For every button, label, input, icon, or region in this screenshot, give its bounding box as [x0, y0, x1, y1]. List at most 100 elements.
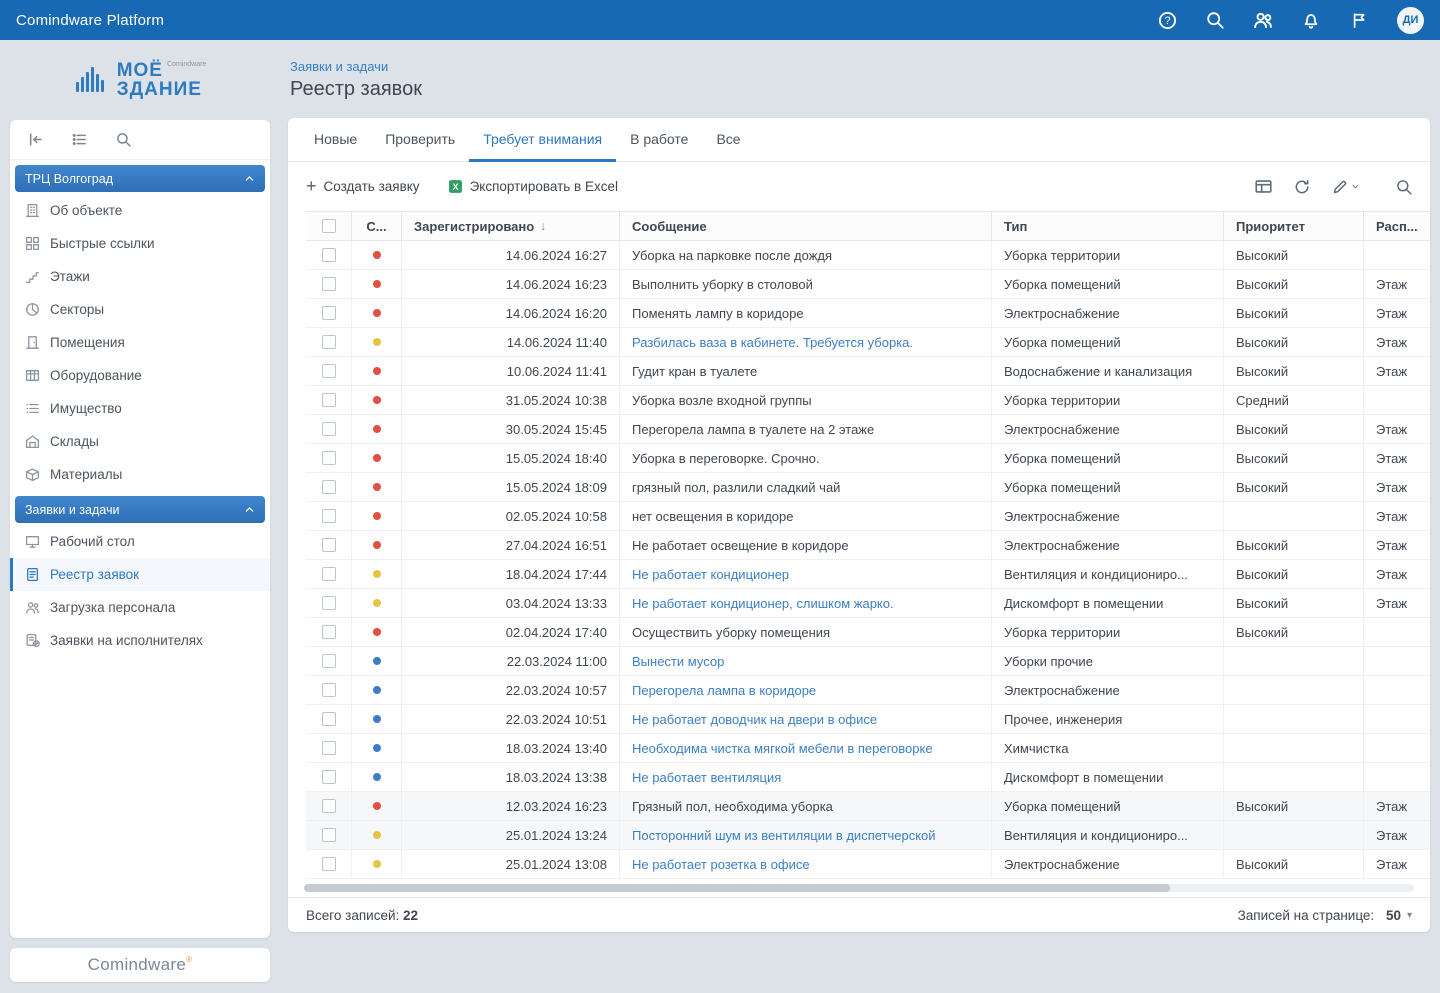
table-row[interactable]: 27.04.2024 16:51 Не работает освещение в… [306, 531, 1430, 560]
row-checkbox[interactable] [322, 625, 336, 639]
per-page-dropdown[interactable]: Записей на странице: 50 ▾ [1238, 908, 1412, 923]
table-row[interactable]: 18.04.2024 17:44 Не работает кондиционер… [306, 560, 1430, 589]
tab[interactable]: Все [702, 131, 754, 162]
table-row[interactable]: 12.03.2024 16:23 Грязный пол, необходима… [306, 792, 1430, 821]
column-header-location[interactable]: Расп... [1364, 212, 1430, 240]
cell-message[interactable]: Посторонний шум из вентиляции в диспетче… [632, 828, 936, 843]
row-checkbox[interactable] [322, 770, 336, 784]
row-checkbox[interactable] [322, 712, 336, 726]
row-checkbox[interactable] [322, 509, 336, 523]
cell-message[interactable]: Осуществить уборку помещения [632, 625, 830, 640]
cell-message[interactable]: Перегорела лампа в туалете на 2 этаже [632, 422, 874, 437]
row-checkbox[interactable] [322, 451, 336, 465]
table-row[interactable]: 18.03.2024 13:38 Не работает вентиляция … [306, 763, 1430, 792]
cell-message[interactable]: Перегорела лампа в коридоре [632, 683, 816, 698]
cell-message[interactable]: Поменять лампу в коридоре [632, 306, 804, 321]
edit-icon[interactable] [1332, 179, 1360, 195]
flag-icon[interactable] [1349, 10, 1369, 30]
row-checkbox[interactable] [322, 683, 336, 697]
menu-list-icon[interactable] [70, 131, 88, 149]
tab[interactable]: Новые [300, 131, 371, 162]
row-checkbox[interactable] [322, 828, 336, 842]
sidebar-item[interactable]: Загрузка персонала [10, 591, 270, 624]
column-header-type[interactable]: Тип [992, 212, 1224, 240]
export-excel-button[interactable]: X Экспортировать в Excel [448, 179, 618, 194]
cell-message[interactable]: Не работает кондиционер, слишком жарко. [632, 596, 894, 611]
sidebar-item[interactable]: Быстрые ссылки [10, 227, 270, 260]
sidebar-item[interactable]: Рабочий стол [10, 525, 270, 558]
sidebar-item[interactable]: Заявки на исполнителях [10, 624, 270, 657]
cell-message[interactable]: Выполнить уборку в столовой [632, 277, 813, 292]
row-checkbox[interactable] [322, 335, 336, 349]
cell-message[interactable]: Не работает розетка в офисе [632, 857, 810, 872]
cell-message[interactable]: Вынести мусор [632, 654, 724, 669]
breadcrumb[interactable]: Заявки и задачи [290, 59, 388, 74]
table-row[interactable]: 02.05.2024 10:58 нет освещения в коридор… [306, 502, 1430, 531]
table-row[interactable]: 14.06.2024 16:23 Выполнить уборку в стол… [306, 270, 1430, 299]
select-all-checkbox[interactable] [322, 219, 336, 233]
table-row[interactable]: 30.05.2024 15:45 Перегорела лампа в туал… [306, 415, 1430, 444]
row-checkbox[interactable] [322, 248, 336, 262]
cell-message[interactable]: Уборка в переговорке. Срочно. [632, 451, 820, 466]
tab[interactable]: В работе [616, 131, 702, 162]
scrollbar-thumb[interactable] [304, 884, 1170, 892]
sidebar-group-header[interactable]: ТРЦ Волгоград [15, 165, 265, 192]
row-checkbox[interactable] [322, 364, 336, 378]
tab[interactable]: Требует внимания [469, 131, 616, 162]
collapse-sidebar-icon[interactable] [26, 131, 44, 149]
sidebar-group-header[interactable]: Заявки и задачи [15, 496, 265, 523]
table-row[interactable]: 14.06.2024 16:20 Поменять лампу в коридо… [306, 299, 1430, 328]
table-row[interactable]: 25.01.2024 13:24 Посторонний шум из вент… [306, 821, 1430, 850]
row-checkbox[interactable] [322, 538, 336, 552]
create-request-button[interactable]: + Создать заявку [306, 179, 420, 195]
columns-settings-icon[interactable] [1255, 178, 1272, 195]
notifications-icon[interactable] [1301, 10, 1321, 30]
avatar[interactable]: ДИ [1397, 7, 1424, 34]
row-checkbox[interactable] [322, 857, 336, 871]
sidebar-item[interactable]: Материалы [10, 458, 270, 491]
table-row[interactable]: 18.03.2024 13:40 Необходима чистка мягко… [306, 734, 1430, 763]
users-icon[interactable] [1253, 10, 1273, 30]
row-checkbox[interactable] [322, 567, 336, 581]
cell-message[interactable]: Грязный пол, необходима уборка [632, 799, 833, 814]
table-row[interactable]: 14.06.2024 16:27 Уборка на парковке посл… [306, 241, 1430, 270]
column-header-message[interactable]: Сообщение [620, 212, 992, 240]
sidebar-search-icon[interactable] [114, 131, 132, 149]
cell-message[interactable]: Не работает кондиционер [632, 567, 789, 582]
row-checkbox[interactable] [322, 306, 336, 320]
cell-message[interactable]: Не работает освещение в коридоре [632, 538, 849, 553]
sidebar-item[interactable]: Склады [10, 425, 270, 458]
table-row[interactable]: 22.03.2024 10:51 Не работает доводчик на… [306, 705, 1430, 734]
table-row[interactable]: 25.01.2024 13:08 Не работает розетка в о… [306, 850, 1430, 879]
column-header-status[interactable]: С... [352, 212, 402, 240]
table-row[interactable]: 22.03.2024 10:57 Перегорела лампа в кори… [306, 676, 1430, 705]
row-checkbox[interactable] [322, 654, 336, 668]
cell-message[interactable]: Разбилась ваза в кабинете. Требуется убо… [632, 335, 913, 350]
sidebar-item[interactable]: Имущество [10, 392, 270, 425]
table-row[interactable]: 15.05.2024 18:40 Уборка в переговорке. С… [306, 444, 1430, 473]
row-checkbox[interactable] [322, 596, 336, 610]
table-row[interactable]: 10.06.2024 11:41 Гудит кран в туалете Во… [306, 357, 1430, 386]
row-checkbox[interactable] [322, 393, 336, 407]
scrollbar-track[interactable] [304, 884, 1414, 892]
row-checkbox[interactable] [322, 799, 336, 813]
row-checkbox[interactable] [322, 480, 336, 494]
cell-message[interactable]: нет освещения в коридоре [632, 509, 793, 524]
tab[interactable]: Проверить [371, 131, 469, 162]
cell-message[interactable]: Не работает вентиляция [632, 770, 781, 785]
sidebar-item[interactable]: Этажи [10, 260, 270, 293]
row-checkbox[interactable] [322, 741, 336, 755]
table-row[interactable]: 02.04.2024 17:40 Осуществить уборку поме… [306, 618, 1430, 647]
refresh-icon[interactable] [1294, 179, 1310, 195]
cell-message[interactable]: Уборка на парковке после дождя [632, 248, 832, 263]
cell-message[interactable]: Не работает доводчик на двери в офисе [632, 712, 877, 727]
sidebar-item[interactable]: Помещения [10, 326, 270, 359]
table-row[interactable]: 14.06.2024 11:40 Разбилась ваза в кабине… [306, 328, 1430, 357]
cell-message[interactable]: Уборка возле входной группы [632, 393, 812, 408]
table-row[interactable]: 22.03.2024 11:00 Вынести мусор Уборки пр… [306, 647, 1430, 676]
row-checkbox[interactable] [322, 277, 336, 291]
table-row[interactable]: 31.05.2024 10:38 Уборка возле входной гр… [306, 386, 1430, 415]
sidebar-item[interactable]: Секторы [10, 293, 270, 326]
row-checkbox[interactable] [322, 422, 336, 436]
cell-message[interactable]: Гудит кран в туалете [632, 364, 757, 379]
